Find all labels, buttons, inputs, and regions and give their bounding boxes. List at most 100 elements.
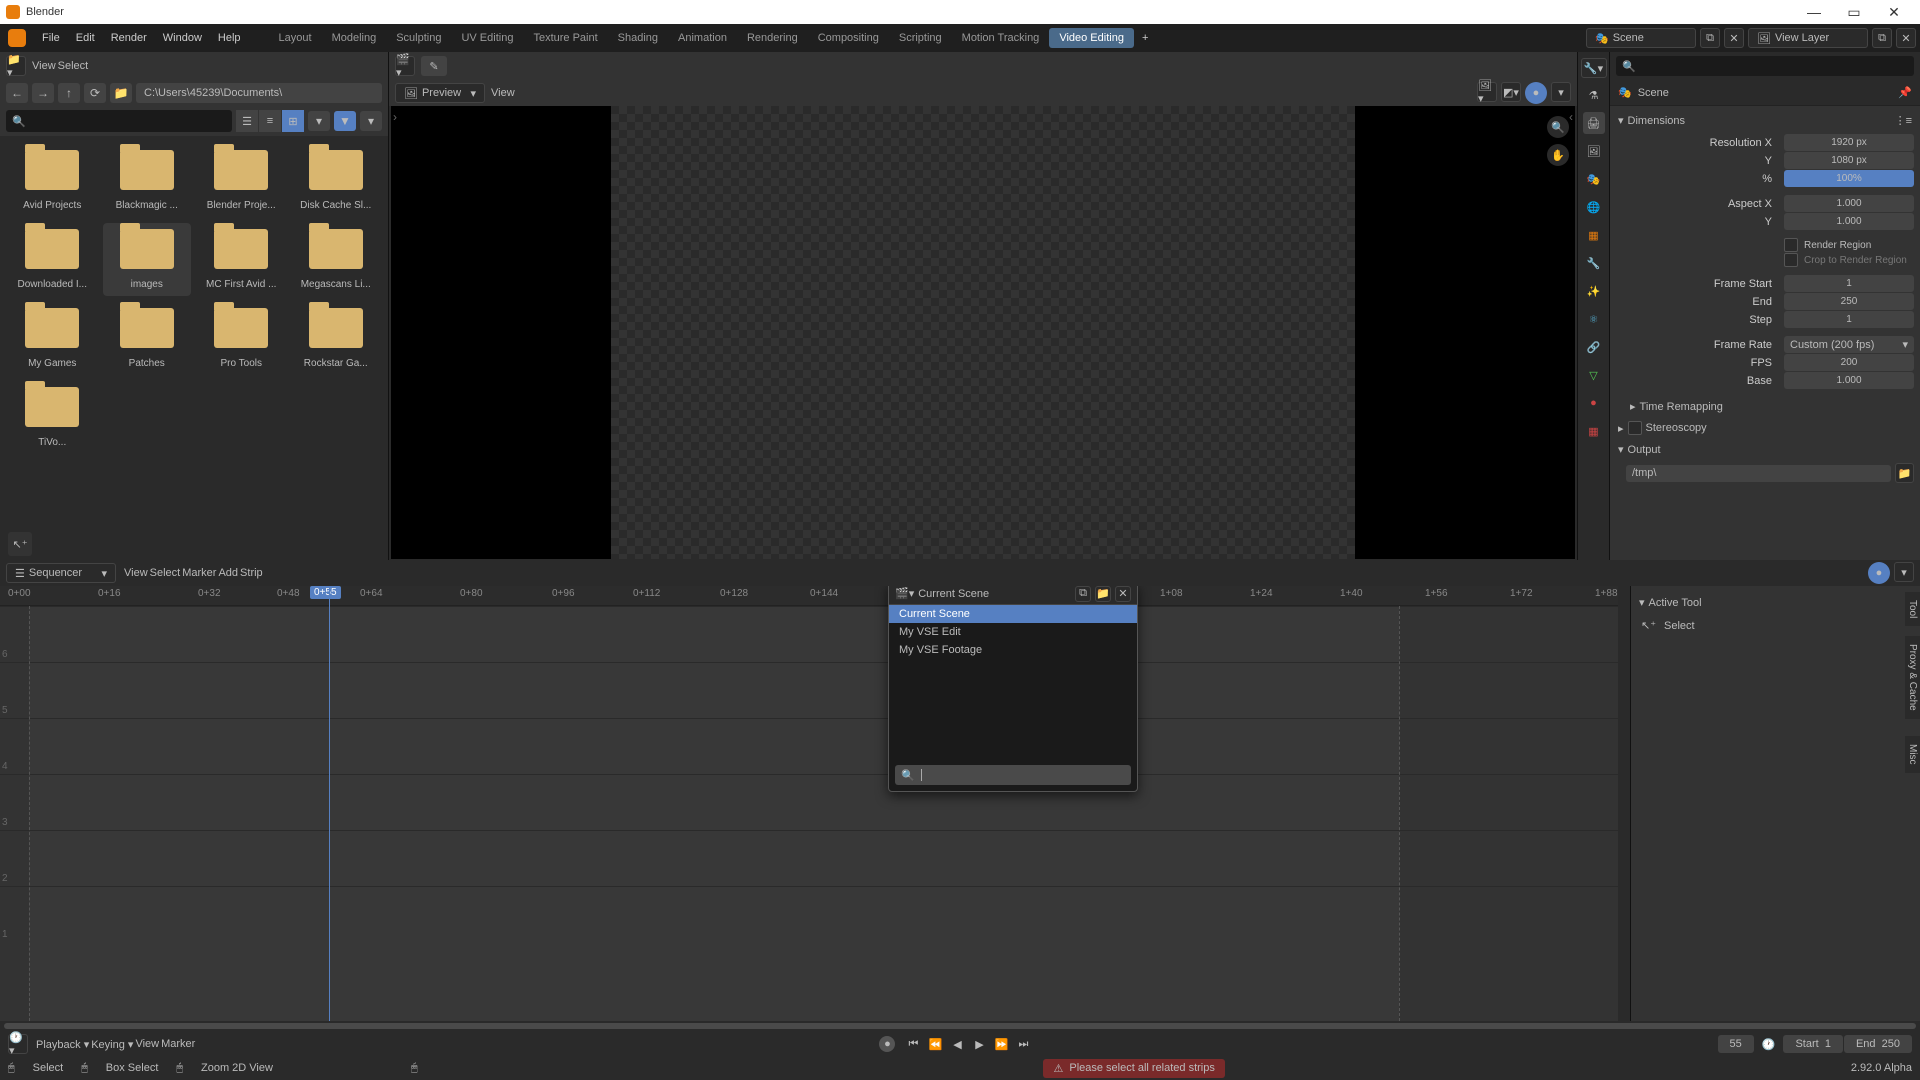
clock-icon[interactable]: 🕐 [1762,1038,1776,1051]
minimize-button[interactable]: — [1794,4,1834,20]
main-menu-help[interactable]: Help [210,32,249,44]
editor-type-filebrowser[interactable]: 📁▾ [6,56,26,76]
jump-start-button[interactable]: ⏮ [903,1035,923,1053]
frame-end-field[interactable]: 250 [1784,293,1914,310]
tab-object-icon[interactable]: ▦ [1583,224,1605,246]
seq-menu-strip[interactable]: Strip [240,567,263,579]
folder-item[interactable]: images [103,223,192,296]
seq-menu-add[interactable]: Add [218,567,238,579]
timeline-scrollbar-h[interactable] [0,1021,1920,1031]
workspace-tab-rendering[interactable]: Rendering [737,28,808,48]
tab-constraints-icon[interactable]: 🔗 [1583,336,1605,358]
crop-region-checkbox[interactable] [1784,253,1798,267]
workspace-tab-motion-tracking[interactable]: Motion Tracking [952,28,1050,48]
filter-settings-button[interactable]: ▾ [360,111,382,131]
workspace-tab-compositing[interactable]: Compositing [808,28,889,48]
viewlayer-delete-button[interactable]: ✕ [1896,28,1916,48]
folder-item[interactable]: Blackmagic ... [103,144,192,217]
workspace-tab-texture-paint[interactable]: Texture Paint [523,28,607,48]
folder-item[interactable]: Avid Projects [8,144,97,217]
folder-item[interactable]: Disk Cache Sl... [292,144,381,217]
jump-end-button[interactable]: ⏭ [1013,1035,1033,1053]
sequencer-timeline[interactable]: 0+000+160+320+480+550+640+800+960+1120+1… [0,586,1618,1021]
viewlayer-selector[interactable]: 🖼View Layer [1748,28,1868,48]
select-tool-icon[interactable]: ↖⁺ [8,532,32,556]
auto-key-button[interactable]: ● [879,1036,895,1052]
preview-canvas[interactable]: › 🔍 ✋ ‹ [391,106,1575,559]
workspace-tab-modeling[interactable]: Modeling [322,28,387,48]
scene-breadcrumb[interactable]: Scene [1638,87,1669,99]
play-button[interactable]: ▶ [969,1035,989,1053]
sequencer-track[interactable]: 6 [0,606,1618,662]
panel-stereoscopy-header[interactable]: ▸ Stereoscopy [1616,417,1914,439]
main-menu-edit[interactable]: Edit [68,32,103,44]
keyframe-prev-button[interactable]: ⏪ [925,1035,945,1053]
preview-mode-dropdown[interactable]: 🖼Preview▾ [395,83,485,103]
workspace-tab-animation[interactable]: Animation [668,28,737,48]
scene-dropdown-item[interactable]: Current Scene [889,605,1137,623]
file-search-input[interactable]: 🔍 [6,110,232,132]
timeline-ruler[interactable]: 0+000+160+320+480+550+640+800+960+1120+1… [0,586,1618,606]
playback-menu-keying[interactable]: Keying ▾ [91,1038,133,1051]
panel-output-header[interactable]: ▾ Output [1616,439,1914,460]
workspace-tab-scripting[interactable]: Scripting [889,28,952,48]
active-tool-header[interactable]: ▾ Active Tool [1637,592,1914,613]
folder-item[interactable]: TiVo... [8,381,97,454]
main-menu-window[interactable]: Window [155,32,210,44]
scene-new-button[interactable]: ⧉ [1700,28,1720,48]
sidebar-tab-proxy[interactable]: Proxy & Cache [1905,636,1920,719]
view-list-vertical-button[interactable]: ☰ [236,110,258,132]
filter-button[interactable]: ▼ [334,111,356,131]
playback-menu-marker[interactable]: Marker [161,1038,195,1051]
panel-dimensions-header[interactable]: ▾ Dimensions⋮≡ [1616,110,1914,131]
tab-world-icon[interactable]: 🌐 [1583,196,1605,218]
nav-forward-button[interactable]: → [32,83,54,103]
display-settings-button[interactable]: ▾ [308,111,330,131]
sequencer-track[interactable]: 3 [0,774,1618,830]
sequencer-track[interactable]: 4 [0,718,1618,774]
workspace-tab-sculpting[interactable]: Sculpting [386,28,451,48]
fb-menu-select[interactable]: Select [58,60,89,72]
view-thumbnails-button[interactable]: ⊞ [282,110,304,132]
path-input[interactable]: C:\Users\45239\Documents\ [136,83,382,103]
sequencer-track[interactable]: 5 [0,662,1618,718]
nav-newfolder-button[interactable]: 📁 [110,83,132,103]
folder-item[interactable]: Rockstar Ga... [292,302,381,375]
sidebar-tab-tool[interactable]: Tool [1905,592,1920,626]
workspace-tab-shading[interactable]: Shading [608,28,668,48]
workspace-tab-layout[interactable]: Layout [269,28,322,48]
editor-type-properties[interactable]: 🔧▾ [1581,58,1607,78]
base-field[interactable]: 1.000 [1784,372,1914,389]
nav-refresh-button[interactable]: ⟳ [84,83,106,103]
seq-menu-select[interactable]: Select [150,567,181,579]
preview-overlay-button[interactable]: ◩▾ [1501,82,1521,102]
preview-gizmo-settings[interactable]: ▾ [1551,82,1571,102]
workspace-tab-uv-editing[interactable]: UV Editing [451,28,523,48]
folder-item[interactable]: My Games [8,302,97,375]
maximize-button[interactable]: ▭ [1834,4,1874,21]
pin-icon[interactable]: 📌 [1898,86,1912,99]
scene-search-input[interactable]: 🔍 [895,765,1131,785]
tab-texture-icon[interactable]: ▦ [1583,420,1605,442]
scene-close-icon[interactable]: ✕ [1115,586,1131,602]
close-button[interactable]: ✕ [1874,4,1914,21]
play-reverse-button[interactable]: ◀ [947,1035,967,1053]
panel-menu-icon[interactable]: ⋮≡ [1895,114,1912,127]
render-region-checkbox[interactable] [1784,238,1798,252]
resolution-pct-field[interactable]: 100% [1784,170,1914,187]
frame-rate-dropdown[interactable]: Custom (200 fps)▾ [1784,336,1914,353]
folder-item[interactable]: Megascans Li... [292,223,381,296]
preview-gizmo-button[interactable]: ● [1525,82,1547,104]
tab-physics-icon[interactable]: ⚛ [1583,308,1605,330]
output-browse-button[interactable]: 📁 [1895,463,1914,483]
current-frame-field[interactable]: 55 [1718,1035,1754,1053]
seq-menu-view[interactable]: View [124,567,148,579]
viewlayer-new-button[interactable]: ⧉ [1872,28,1892,48]
scene-dropdown-item[interactable]: My VSE Edit [889,623,1137,641]
scene-dropdown-item[interactable]: My VSE Footage [889,641,1137,659]
panel-time-remapping-header[interactable]: ▸ Time Remapping [1616,396,1914,417]
seq-overlay-toggle[interactable]: ● [1868,562,1890,584]
sequencer-track[interactable]: 2 [0,830,1618,886]
playback-menu-view[interactable]: View [135,1038,159,1051]
timeline-scrollbar-v[interactable] [1618,586,1630,1021]
